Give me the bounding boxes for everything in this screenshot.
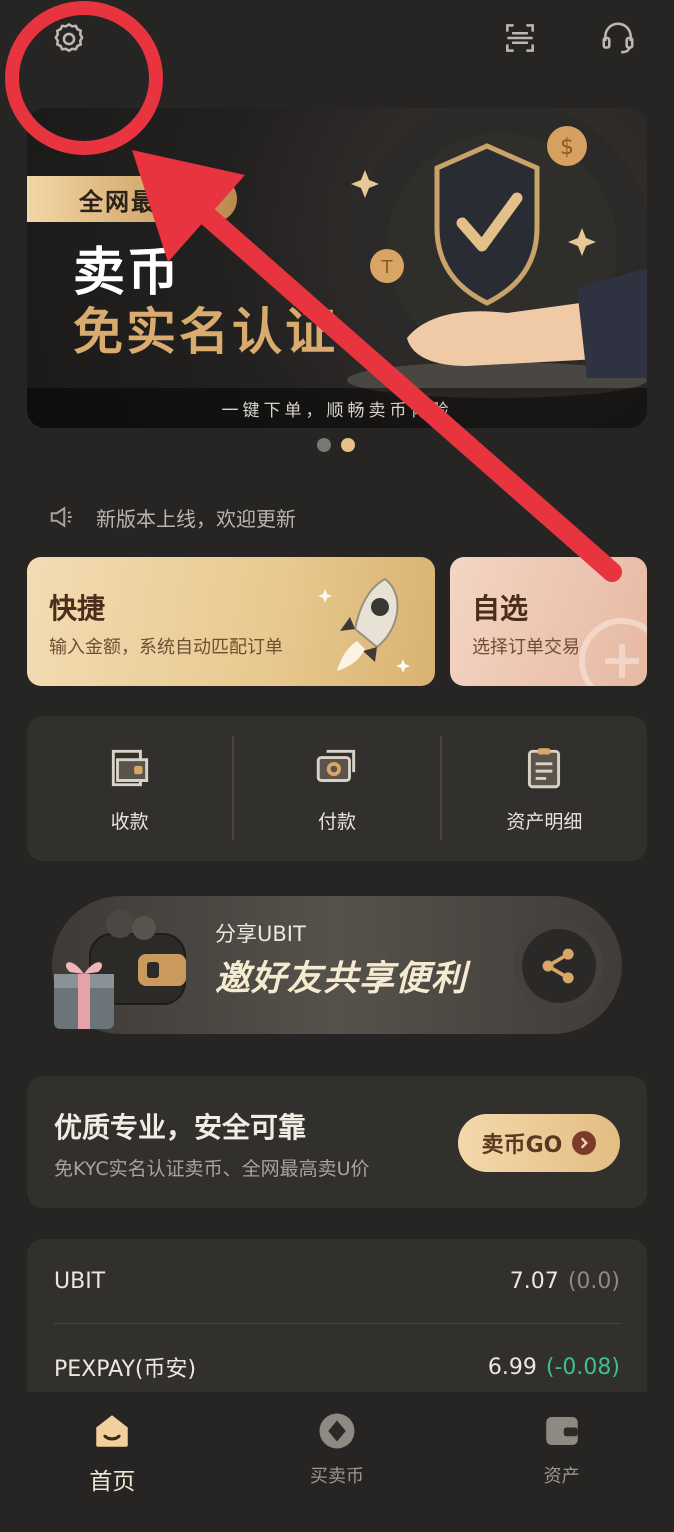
home-icon: [96, 1415, 129, 1447]
asset-details-button[interactable]: 资产明细: [442, 716, 647, 861]
rate-change: (-0.08): [545, 1354, 620, 1380]
svg-text:$: $: [560, 135, 574, 160]
list-item[interactable]: UBIT 7.07 (0.0): [54, 1239, 620, 1323]
rate-value: 7.07: [509, 1268, 559, 1294]
receive-label: 收款: [110, 811, 149, 833]
promo-banner[interactable]: $ T 全网最 卖币 免实名认证 一键下单，顺畅卖币体验: [27, 108, 647, 428]
invite-title: 邀好友共享便利: [215, 959, 468, 999]
carousel-dot[interactable]: [317, 438, 331, 452]
gear-icon[interactable]: [47, 17, 91, 61]
plus-icon: [579, 618, 647, 686]
rate-name: PEXPAY(币安): [54, 1357, 197, 1382]
nav-trade-label: 买卖币: [310, 1466, 364, 1487]
divider: [54, 1323, 620, 1324]
svg-text:T: T: [381, 257, 394, 278]
wallet-icon: [111, 749, 148, 787]
asset-details-label: 资产明细: [506, 811, 583, 833]
banner-footer: 一键下单，顺畅卖币体验: [27, 388, 647, 428]
sell-promo-card: 优质专业，安全可靠 免KYC实名认证卖币、全网最高卖U价 卖币GO: [27, 1076, 647, 1208]
speaker-icon: [50, 506, 72, 528]
quick-trade-subtitle: 输入金额，系统自动匹配订单: [49, 637, 283, 658]
self-select-subtitle: 选择订单交易: [472, 637, 580, 658]
rocket-icon: [318, 577, 410, 673]
pay-label: 付款: [317, 811, 356, 833]
banner-tag: 全网最: [27, 176, 237, 222]
carousel-dot-active[interactable]: [341, 438, 355, 452]
nav-assets[interactable]: 资产: [449, 1392, 674, 1532]
nav-home[interactable]: 首页: [0, 1392, 225, 1532]
carousel-dots: [317, 438, 355, 452]
bottom-nav: 首页 买卖币 资产: [0, 1392, 674, 1532]
invite-banner[interactable]: 分享UBIT 邀好友共享便利: [52, 896, 622, 1034]
share-icon: [542, 948, 574, 984]
quick-trade-title: 快捷: [49, 592, 106, 625]
promo-subtitle: 免KYC实名认证卖币、全网最高卖U价: [54, 1158, 370, 1180]
top-bar: [0, 0, 674, 90]
rate-change: (0.0): [567, 1268, 620, 1294]
self-select-card[interactable]: 自选 选择订单交易: [450, 557, 647, 686]
clipboard-icon: [528, 748, 561, 789]
nav-assets-label: 资产: [543, 1466, 580, 1487]
sell-go-label: 卖币GO: [481, 1133, 563, 1158]
notice-text: 新版本上线，欢迎更新: [96, 506, 296, 531]
payment-icon: [316, 749, 356, 782]
quick-trade-card[interactable]: 快捷 输入金额，系统自动匹配订单: [27, 557, 435, 686]
nav-home-label: 首页: [89, 1469, 136, 1495]
gift-wallet-illustration: [54, 910, 186, 1029]
rate-value: 6.99: [487, 1354, 537, 1380]
invite-subtitle: 分享UBIT: [215, 922, 306, 946]
shield-illustration: $ T: [347, 108, 647, 398]
share-button[interactable]: [514, 921, 604, 1011]
notice-bar[interactable]: 新版本上线，欢迎更新: [48, 500, 296, 534]
pay-button[interactable]: 付款: [234, 716, 439, 861]
banner-subtitle: 免实名认证: [73, 303, 338, 361]
promo-title: 优质专业，安全可靠: [54, 1111, 307, 1144]
rate-name: UBIT: [54, 1268, 106, 1294]
scan-icon[interactable]: [498, 16, 542, 60]
sell-go-button[interactable]: 卖币GO: [458, 1114, 620, 1172]
self-select-title: 自选: [472, 592, 529, 625]
action-row: 收款 付款 资产明细: [27, 716, 647, 861]
nav-trade[interactable]: 买卖币: [225, 1392, 450, 1532]
chevron-right-icon: [572, 1131, 597, 1155]
headset-icon[interactable]: [596, 16, 640, 60]
wallet-icon: [545, 1417, 578, 1445]
trade-icon: [319, 1413, 355, 1449]
receive-button[interactable]: 收款: [27, 716, 232, 861]
